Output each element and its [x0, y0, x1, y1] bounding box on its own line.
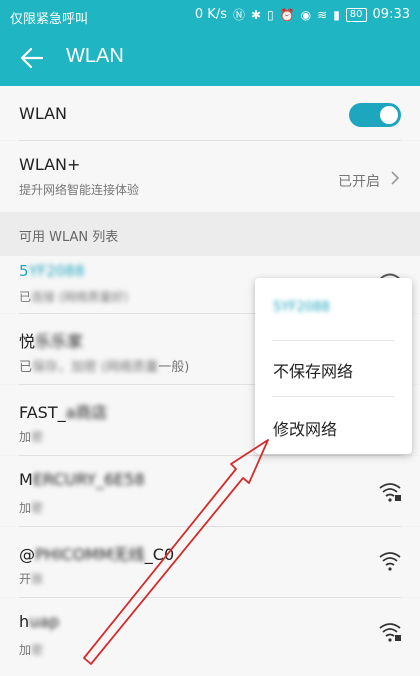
network-ssid: MERCURY_6E58 — [19, 470, 145, 489]
vibrate-icon: ▯ — [267, 7, 274, 22]
eye-icon: ◉ — [300, 7, 312, 22]
network-context-menu: 5YF2088 不保存网络 修改网络 — [255, 278, 412, 454]
forget-network-menu-item[interactable]: 不保存网络 — [273, 358, 353, 382]
network-item[interactable]: huap 加密 — [0, 598, 420, 676]
wifi-status-icon: ≋ — [317, 7, 328, 22]
network-ssid: @PHICOMM无线_C0 — [19, 545, 175, 564]
wlan-label: WLAN — [19, 104, 68, 123]
popup-ssid: 5YF2088 — [273, 300, 330, 315]
status-bar: 仅限紧急呼叫 0 K/s Ⓝ ✱ ▯ ⏰ ◉ ≋ ▮ 80 09:33 — [0, 0, 420, 32]
network-speed: 0 K/s — [194, 7, 227, 22]
wlan-switch[interactable] — [349, 103, 401, 127]
wlan-toggle-row[interactable]: WLAN — [0, 86, 420, 140]
wlan-plus-status: 已开启 — [338, 174, 380, 190]
network-status: 加密 — [19, 501, 44, 515]
network-status: 已保存，加密 (网络质量一般) — [19, 360, 190, 375]
network-status: 开放 — [19, 572, 44, 586]
network-item[interactable]: MERCURY_6E58 加密 — [0, 456, 420, 526]
wlan-plus-row[interactable]: WLAN+ 提升网络智能连接体验 已开启 — [0, 141, 420, 212]
network-ssid: 悦乐乐家 — [19, 332, 84, 351]
section-header: 可用 WLAN 列表 — [0, 212, 420, 256]
network-ssid: FAST_a商店 — [19, 403, 108, 422]
status-icons: 0 K/s Ⓝ ✱ ▯ ⏰ ◉ ≋ ▮ 80 09:33 — [195, 7, 410, 22]
nfc-icon: Ⓝ — [233, 7, 246, 22]
battery-icon: 80 — [345, 7, 367, 22]
network-item[interactable]: @PHICOMM无线_C0 开放 — [0, 527, 420, 597]
switch-knob — [380, 106, 398, 124]
clock: 09:33 — [372, 7, 410, 22]
network-ssid: 5YF2088 — [19, 262, 85, 280]
wlan-plus-label: WLAN+ — [19, 155, 81, 174]
app-bar: WLAN — [0, 32, 420, 86]
network-status: 加密 — [19, 643, 44, 657]
alarm-icon: ⏰ — [279, 7, 295, 22]
divider — [273, 396, 394, 397]
carrier-text: 仅限紧急呼叫 — [10, 12, 89, 27]
signal-icon: ▮ — [333, 7, 340, 22]
wifi-icon — [379, 552, 401, 571]
network-ssid: huap — [19, 612, 60, 631]
divider — [273, 340, 394, 341]
modify-network-menu-item[interactable]: 修改网络 — [273, 416, 337, 440]
wifi-lock-icon — [379, 483, 401, 502]
back-arrow-icon[interactable] — [18, 44, 46, 72]
wifi-lock-icon — [379, 623, 401, 642]
chevron-right-icon — [391, 171, 400, 185]
wlan-plus-description: 提升网络智能连接体验 — [19, 183, 140, 197]
section-title: 可用 WLAN 列表 — [19, 230, 119, 245]
network-status: 已连接 (网络质量好) — [19, 290, 129, 304]
bluetooth-icon: ✱ — [251, 7, 262, 22]
page-title: WLAN — [66, 45, 124, 67]
network-status: 加密 — [19, 430, 44, 444]
